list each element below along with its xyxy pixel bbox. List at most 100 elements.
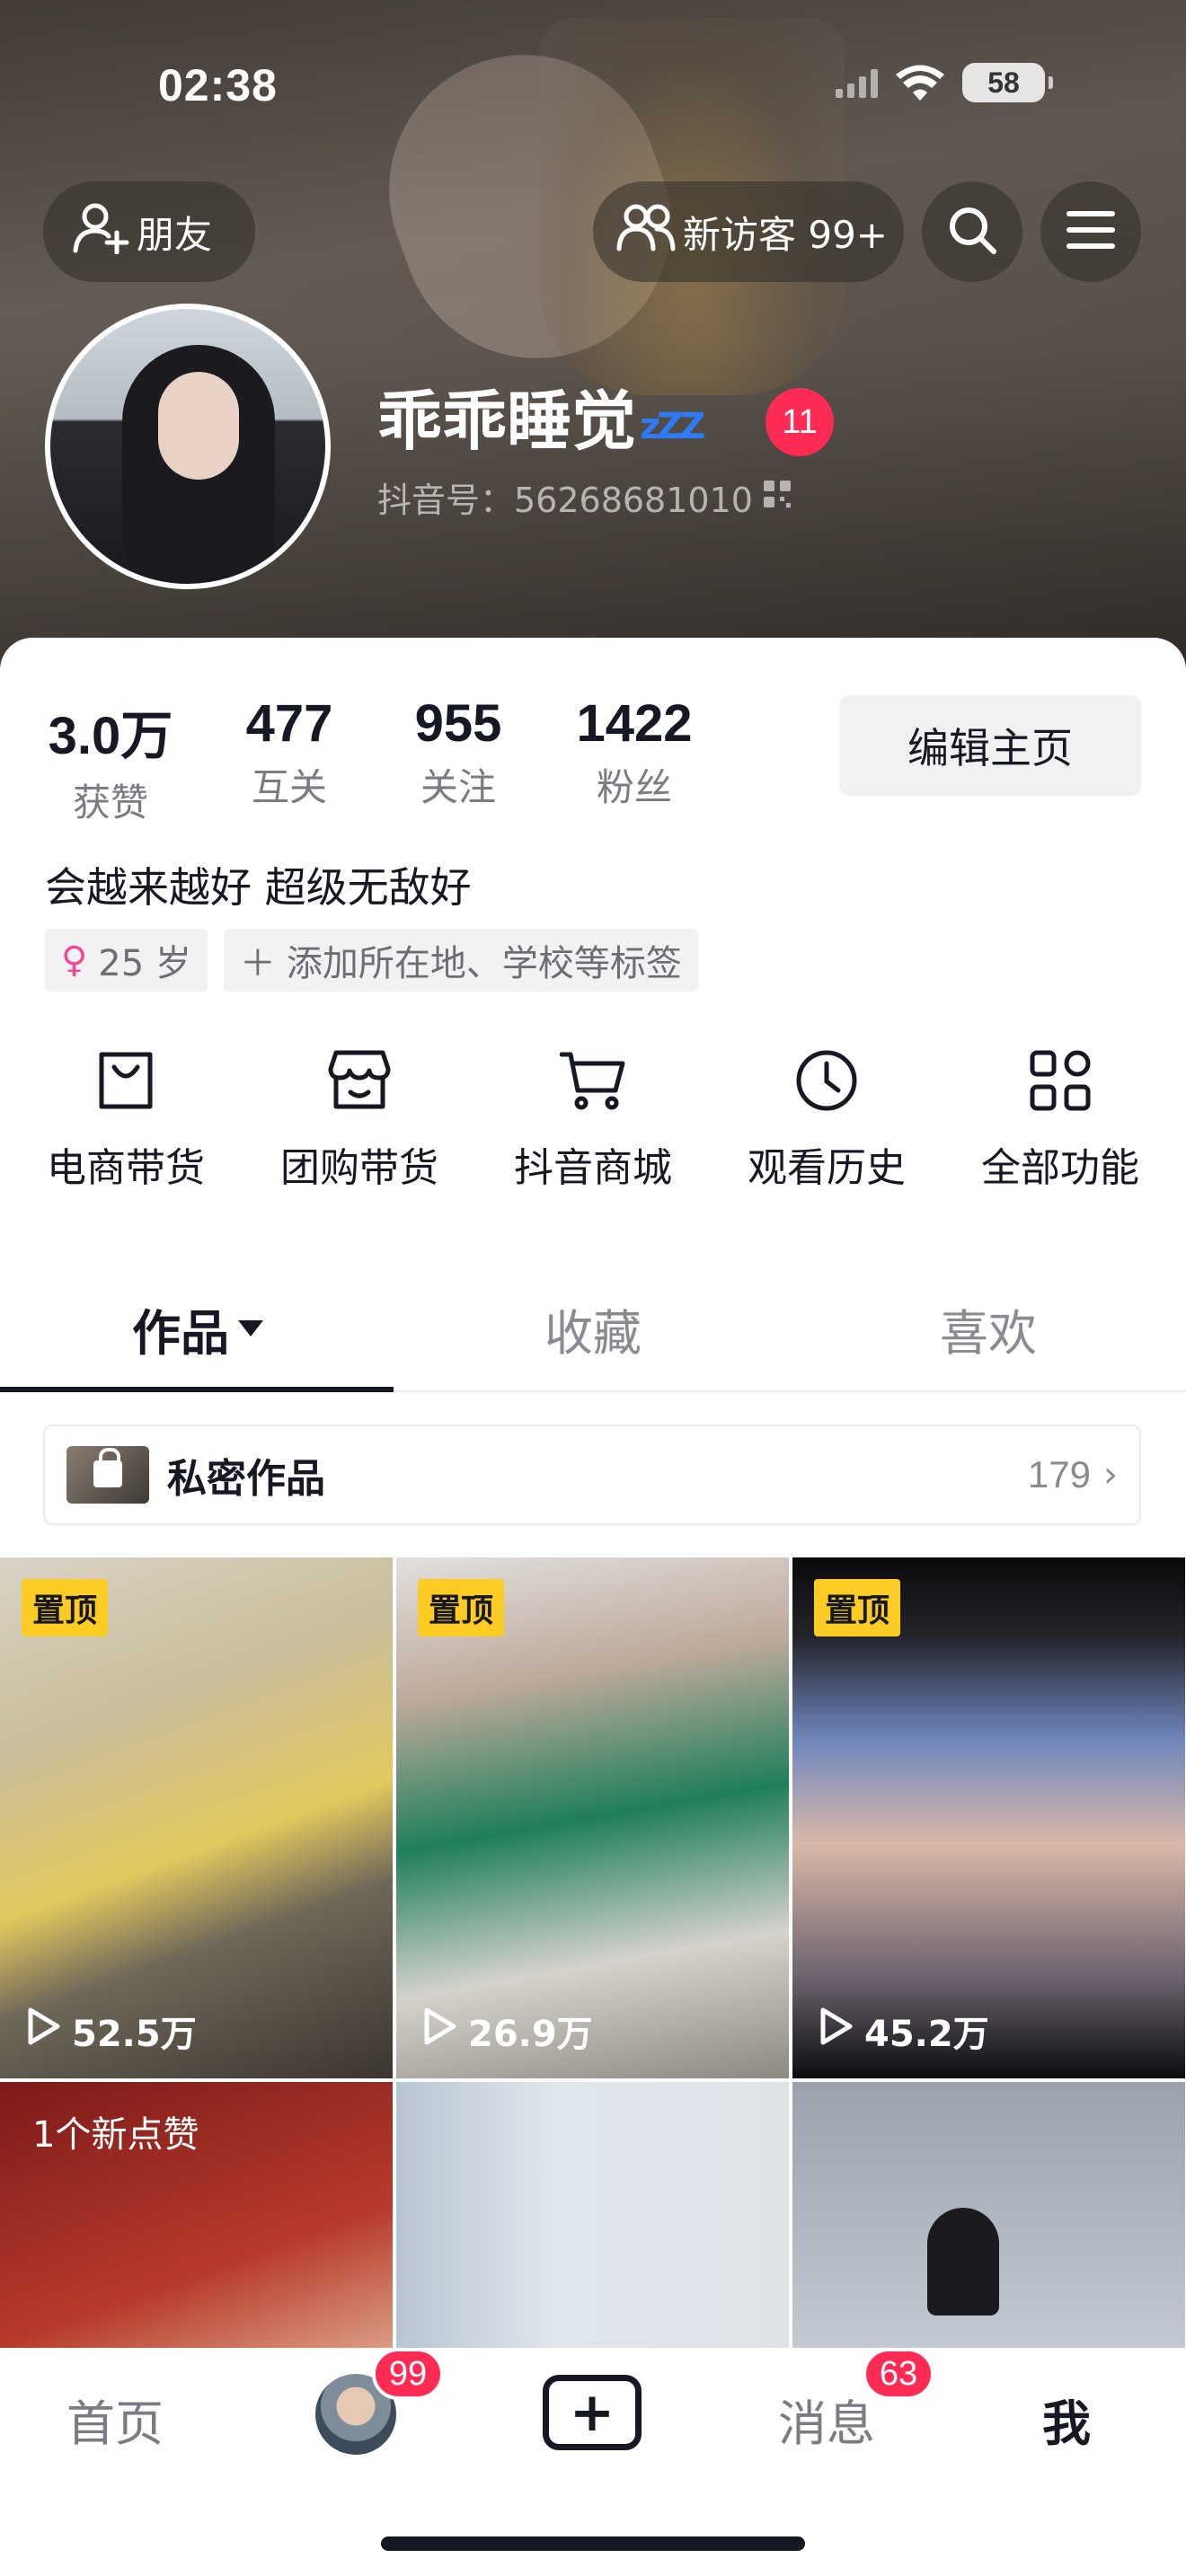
play-icon xyxy=(818,2007,854,2055)
play-icon xyxy=(421,2007,457,2055)
view-count: 52.5万 xyxy=(25,2005,197,2057)
bag-icon xyxy=(96,1049,155,1116)
chevron-right-icon: › xyxy=(1103,1454,1118,1495)
function-label: 电商带货 xyxy=(47,1145,205,1191)
notification-badge[interactable]: 11 xyxy=(766,388,834,456)
lock-icon xyxy=(93,1448,122,1487)
view-count: 26.9万 xyxy=(421,2005,593,2057)
create-button[interactable]: + xyxy=(543,2375,642,2450)
stat-mutual[interactable]: 477 互关 xyxy=(235,693,343,827)
private-works-label: 私密作品 xyxy=(167,1456,325,1502)
status-time: 02:38 xyxy=(158,60,278,110)
stat-label: 粉丝 xyxy=(596,765,672,809)
menu-button[interactable] xyxy=(1040,181,1141,282)
play-icon xyxy=(25,2007,61,2055)
stat-label: 获赞 xyxy=(72,781,148,825)
grid-icon xyxy=(1029,1049,1092,1116)
stat-value: 1422 xyxy=(576,694,693,753)
plus-icon: + xyxy=(569,2381,615,2444)
private-works-count: 179 xyxy=(1027,1453,1091,1495)
friends-button[interactable]: 朋友 xyxy=(43,181,255,282)
visitors-label: 新访客 99+ xyxy=(683,212,888,257)
function-label: 全部功能 xyxy=(981,1145,1139,1191)
new-visitors-button[interactable]: 新访客 99+ xyxy=(593,181,904,282)
messages-badge: 63 xyxy=(863,2348,934,2400)
pinned-badge: 置顶 xyxy=(418,1579,505,1636)
function-group-buy[interactable]: 团购带货 xyxy=(243,1049,476,1193)
view-count-text: 45.2万 xyxy=(864,2014,989,2055)
status-icons: 58 xyxy=(836,63,1053,102)
stat-value: 477 xyxy=(245,694,333,753)
douyin-id[interactable]: 抖音号：56268681010 xyxy=(377,472,792,522)
age-text: 25 岁 xyxy=(98,943,191,984)
private-works-thumbnail xyxy=(66,1446,149,1504)
profile-header: 02:38 58 朋友 新访客 99+ 乖乖睡觉 zZZ 11 抖音号：5626… xyxy=(0,0,1186,683)
function-all[interactable]: 全部功能 xyxy=(943,1049,1177,1193)
add-tag-button[interactable]: ＋ 添加所在地、学校等标签 xyxy=(223,929,698,992)
stat-followers[interactable]: 1422 粉丝 xyxy=(571,693,697,827)
content-tabs: 作品 收藏 喜欢 xyxy=(0,1266,1186,1392)
pinned-badge: 置顶 xyxy=(814,1579,901,1636)
function-mall[interactable]: 抖音商城 xyxy=(476,1049,710,1193)
tab-works[interactable]: 作品 xyxy=(0,1266,395,1392)
nav-messages[interactable]: 消息 xyxy=(778,2384,875,2455)
female-icon: ♀ xyxy=(61,940,88,981)
stat-label: 互关 xyxy=(251,765,327,809)
visitors-icon xyxy=(616,202,676,261)
wifi-icon xyxy=(894,63,946,102)
search-button[interactable] xyxy=(922,181,1022,282)
tab-label: 作品 xyxy=(132,1304,229,1362)
cart-icon xyxy=(559,1049,626,1116)
function-ecommerce[interactable]: 电商带货 xyxy=(9,1049,243,1193)
signal-icon xyxy=(836,67,878,98)
stat-value: 955 xyxy=(414,694,502,753)
nav-home[interactable]: 首页 xyxy=(66,2384,164,2455)
tab-likes[interactable]: 喜欢 xyxy=(791,1266,1186,1390)
username-text: 乖乖睡觉 xyxy=(377,384,637,459)
pinned-badge: 置顶 xyxy=(22,1579,109,1636)
clock-icon xyxy=(795,1049,858,1116)
function-label: 抖音商城 xyxy=(514,1145,672,1191)
tab-label: 收藏 xyxy=(544,1304,642,1362)
profile-tags: ♀ 25 岁 ＋ 添加所在地、学校等标签 xyxy=(45,929,698,992)
profile-avatar[interactable] xyxy=(45,304,331,589)
age-tag[interactable]: ♀ 25 岁 xyxy=(45,929,208,992)
friends-badge: 99 xyxy=(372,2348,444,2400)
function-shortcuts: 电商带货 团购带货 抖音商城 观看历史 全部功能 xyxy=(0,1049,1186,1193)
function-label: 团购带货 xyxy=(280,1145,438,1191)
profile-bio: 会越来越好 超级无敌好 xyxy=(45,863,472,912)
view-count-text: 52.5万 xyxy=(72,2014,197,2055)
username: 乖乖睡觉 zZZ xyxy=(377,368,705,463)
video-thumbnail[interactable]: 置顶 26.9万 xyxy=(396,1557,789,2078)
home-indicator xyxy=(381,2536,805,2551)
edit-profile-button[interactable]: 编辑主页 xyxy=(839,695,1141,796)
view-count: 45.2万 xyxy=(818,2005,989,2057)
new-like-note: 1个新点赞 xyxy=(32,2114,199,2156)
stat-label: 关注 xyxy=(420,765,496,809)
profile-stats: 3.0万 获赞 477 互关 955 关注 1422 粉丝 xyxy=(43,693,697,827)
caret-down-icon xyxy=(238,1320,263,1337)
function-label: 观看历史 xyxy=(748,1145,906,1191)
view-count-text: 26.9万 xyxy=(468,2014,593,2055)
plus-icon: ＋ xyxy=(239,943,276,984)
stat-following[interactable]: 955 关注 xyxy=(404,693,512,827)
add-friend-icon xyxy=(72,200,131,263)
tab-label: 喜欢 xyxy=(940,1304,1037,1362)
function-history[interactable]: 观看历史 xyxy=(710,1049,943,1193)
video-thumbnail[interactable]: 置顶 45.2万 xyxy=(792,1557,1185,2078)
stat-likes[interactable]: 3.0万 获赞 xyxy=(43,693,178,827)
video-thumbnail[interactable]: 置顶 52.5万 xyxy=(0,1557,393,2078)
douyin-id-text: 抖音号：56268681010 xyxy=(377,481,753,520)
add-tag-text: 添加所在地、学校等标签 xyxy=(286,943,682,984)
friends-label: 朋友 xyxy=(137,212,213,257)
shop-icon xyxy=(327,1049,392,1116)
search-icon xyxy=(945,203,999,260)
menu-icon xyxy=(1066,209,1116,254)
sleep-zzz-icon: zZZ xyxy=(640,406,705,447)
tab-favorites[interactable]: 收藏 xyxy=(395,1266,791,1390)
stat-value: 3.0万 xyxy=(48,707,173,765)
battery-indicator: 58 xyxy=(962,63,1053,102)
private-works-row[interactable]: 私密作品 179 › xyxy=(43,1425,1141,1525)
qr-code-icon[interactable] xyxy=(762,478,792,517)
nav-me[interactable]: 我 xyxy=(1042,2384,1091,2455)
